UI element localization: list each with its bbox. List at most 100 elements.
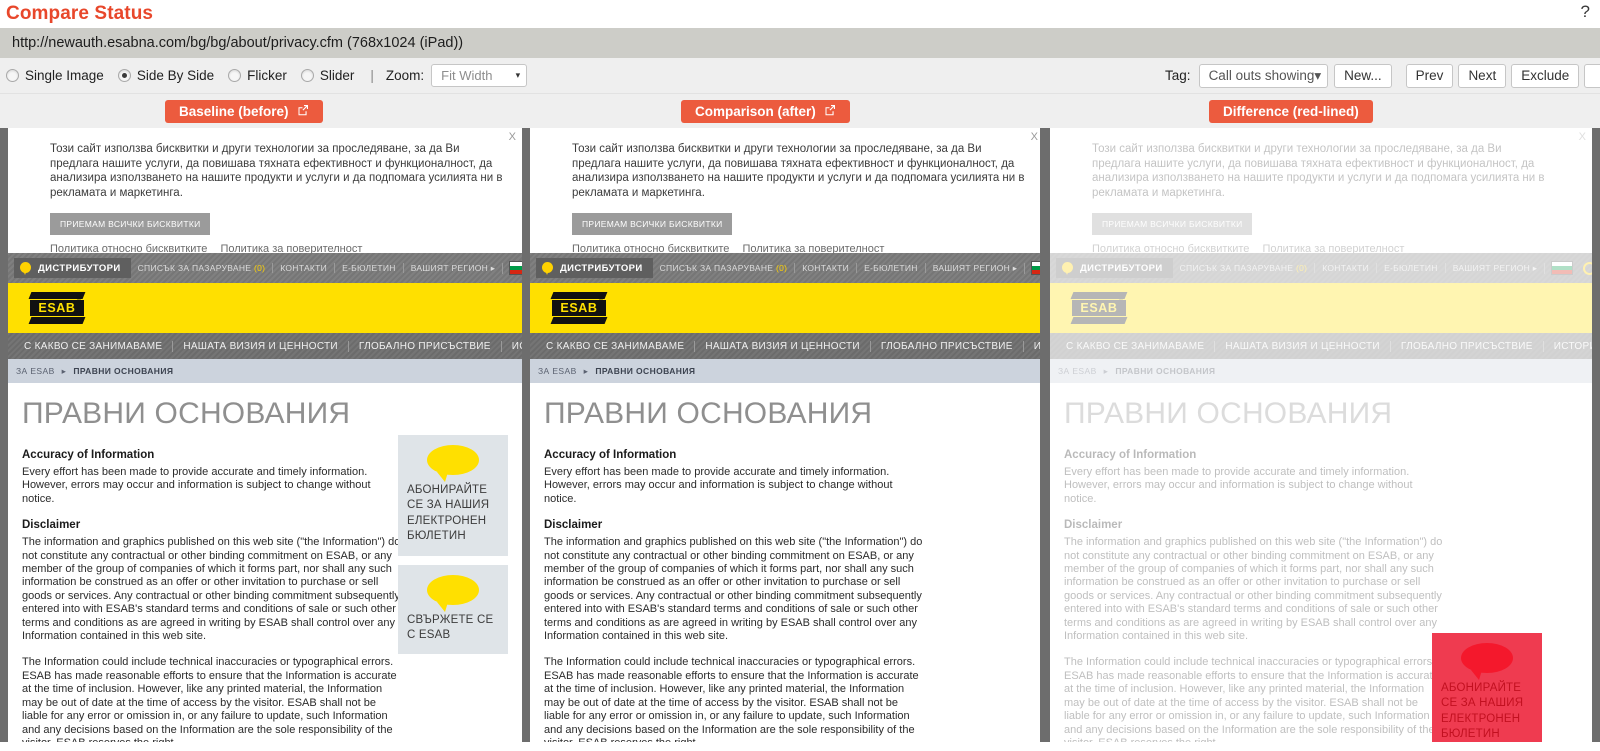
mode-flicker[interactable]: Flicker <box>228 68 287 83</box>
main-menu: С КАКВО СЕ ЗАНИМАВАМЕ НАШАТА ВИЗИЯ И ЦЕН… <box>1050 333 1592 359</box>
menu-item-1[interactable]: НАШАТА ВИЗИЯ И ЦЕННОСТИ <box>1215 340 1391 352</box>
new-tag-button[interactable]: New... <box>1334 63 1392 88</box>
comparison-button[interactable]: Comparison (after) <box>681 99 850 123</box>
section-heading-0: Accuracy of Information <box>1064 449 1197 461</box>
menu-item-3[interactable]: ИСТОРИЯ <box>1544 341 1592 352</box>
section-body-1: The information and graphics published o… <box>1064 536 1443 643</box>
page-content: ПРАВНИ ОСНОВАНИЯ Accuracy of Information… <box>8 383 522 742</box>
radio-flicker-icon[interactable] <box>228 69 242 82</box>
radio-single-image-icon[interactable] <box>6 69 19 82</box>
distributors-label: ДИСТРИБУТОРИ <box>38 262 121 274</box>
breadcrumb-root[interactable]: ЗА ESAB <box>538 366 577 376</box>
prev-button[interactable]: Prev <box>1405 63 1454 88</box>
mode-slider[interactable]: Slider <box>300 68 354 83</box>
shopping-list-link[interactable]: СПИСЪК ЗА ПАЗАРУВАНЕ (0) <box>653 263 796 273</box>
difference-callout-column: АБОНИРАЙТЕ СЕ ЗА НАШИЯ ЕЛЕКТРОНЕН БЮЛЕТИ… <box>1432 633 1542 742</box>
panel-difference[interactable]: X Този сайт използва бисквитки и други т… <box>1050 128 1592 742</box>
tag-select-value: Call outs showing <box>1208 68 1315 83</box>
shopping-list-label: СПИСЪК ЗА ПАЗАРУВАНЕ <box>659 263 774 273</box>
chevron-right-icon: ▸ <box>490 262 496 273</box>
breadcrumb-separator-icon: ▸ <box>61 365 67 376</box>
section-body-1: The information and graphics published o… <box>22 536 401 643</box>
difference-button-label: Difference (red-lined) <box>1223 103 1359 119</box>
baseline-button[interactable]: Baseline (before) <box>165 99 323 123</box>
menu-item-1[interactable]: НАШАТА ВИЗИЯ И ЦЕННОСТИ <box>695 340 871 352</box>
region-link[interactable]: ВАШИЯТ РЕГИОН ▸ <box>1446 262 1546 274</box>
toolbar-right-group: Tag: Call outs showing ▾ New... Prev Nex… <box>1165 63 1600 88</box>
mode-single-image[interactable]: Single Image <box>6 68 104 83</box>
bg-flag-icon <box>1551 261 1574 275</box>
distributors-chip[interactable]: ДИСТРИБУТОРИ <box>1056 258 1173 278</box>
url-display: http://newauth.esabna.com/bg/bg/about/pr… <box>0 28 1600 58</box>
utility-nav-links: СПИСЪК ЗА ПАЗАРУВАНЕ (0) КОНТАКТИ Е-БЮЛЕ… <box>131 261 522 275</box>
content-heading: ПРАВНИ ОСНОВАНИЯ <box>22 397 351 430</box>
logo-wordmark: ESAB <box>552 300 606 316</box>
distributors-chip[interactable]: ДИСТРИБУТОРИ <box>14 258 131 278</box>
close-icon[interactable]: X <box>1031 131 1038 143</box>
mode-side-by-side-label: Side By Side <box>136 68 215 83</box>
distributors-chip[interactable]: ДИСТРИБУТОРИ <box>536 258 653 278</box>
accept-cookies-button[interactable]: ПРИЕМАМ ВСИЧКИ БИСКВИТКИ <box>572 212 733 235</box>
menu-item-0[interactable]: С КАКВО СЕ ЗАНИМАВАМЕ <box>14 340 174 352</box>
close-icon[interactable]: X <box>509 131 516 143</box>
mode-side-by-side[interactable]: Side By Side <box>117 68 215 83</box>
newsletter-link[interactable]: Е-БЮЛЕТИН <box>335 263 404 273</box>
app-title-bar: Compare Status ? <box>0 0 1600 28</box>
comparison-page: X Този сайт използва бисквитки и други т… <box>530 128 1040 742</box>
newsletter-link[interactable]: Е-БЮЛЕТИН <box>857 263 926 273</box>
toolbar-divider: | <box>370 68 374 83</box>
shopping-list-link[interactable]: СПИСЪК ЗА ПАЗАРУВАНЕ (0) <box>1173 263 1316 273</box>
region-label: ВАШИЯТ РЕГИОН <box>932 262 1011 273</box>
chevron-down-icon: ▾ <box>1314 67 1322 83</box>
menu-item-0[interactable]: С КАКВО СЕ ЗАНИМАВАМЕ <box>1056 340 1216 352</box>
newsletter-link[interactable]: Е-БЮЛЕТИН <box>1377 263 1446 273</box>
page-content: ПРАВНИ ОСНОВАНИЯ Accuracy of Information… <box>530 383 1040 742</box>
registered-mark: ® <box>76 293 82 302</box>
menu-item-2[interactable]: ГЛОБАЛНО ПРИСЪСТВИЕ <box>349 340 502 352</box>
menu-item-0[interactable]: С КАКВО СЕ ЗАНИМАВАМЕ <box>536 340 696 352</box>
menu-item-3[interactable]: ИСТОРИЯ <box>502 341 522 352</box>
help-icon[interactable]: ? <box>1581 2 1590 22</box>
radio-slider-icon[interactable] <box>300 69 314 82</box>
breadcrumb-root[interactable]: ЗА ESAB <box>16 366 55 376</box>
contacts-link[interactable]: КОНТАКТИ <box>795 263 858 273</box>
accept-cookies-button[interactable]: ПРИЕМАМ ВСИЧКИ БИСКВИТКИ <box>1092 212 1253 235</box>
search-icon[interactable] <box>1583 261 1592 275</box>
tag-select[interactable]: Call outs showing ▾ <box>1198 63 1329 88</box>
menu-item-2[interactable]: ГЛОБАЛНО ПРИСЪСТВИЕ <box>871 340 1024 352</box>
radio-side-by-side-icon[interactable] <box>117 69 131 82</box>
brand-band: ESAB ® <box>1050 283 1592 333</box>
exclude-button[interactable]: Exclude <box>1511 63 1580 88</box>
section-heading-1: Disclaimer <box>1064 519 1123 532</box>
region-link[interactable]: ВАШИЯТ РЕГИОН ▸ <box>404 262 504 274</box>
region-link[interactable]: ВАШИЯТ РЕГИОН ▸ <box>926 262 1026 274</box>
menu-item-1[interactable]: НАШАТА ВИЗИЯ И ЦЕННОСТИ <box>173 340 349 352</box>
accept-cookies-button[interactable]: ПРИЕМАМ ВСИЧКИ БИСКВИТКИ <box>50 212 211 235</box>
contacts-link[interactable]: КОНТАКТИ <box>273 263 336 273</box>
logo-slab-bottom <box>1070 317 1128 324</box>
callout-newsletter[interactable]: АБОНИРАЙТЕ СЕ ЗА НАШИЯ ЕЛЕКТРОНЕН БЮЛЕТИ… <box>398 435 508 556</box>
difference-button[interactable]: Difference (red-lined) <box>1209 99 1373 123</box>
next-button[interactable]: Next <box>1458 63 1507 88</box>
panel-comparison[interactable]: X Този сайт използва бисквитки и други т… <box>530 128 1040 742</box>
contacts-link[interactable]: КОНТАКТИ <box>1315 263 1378 273</box>
panel-baseline[interactable]: X Този сайт използва бисквитки и други т… <box>8 128 522 742</box>
chevron-down-icon: ▾ <box>515 70 521 80</box>
difference-callout-newsletter[interactable]: АБОНИРАЙТЕ СЕ ЗА НАШИЯ ЕЛЕКТРОНЕН БЮЛЕТИ… <box>1432 633 1542 742</box>
close-icon[interactable]: X <box>1579 131 1586 143</box>
callout-contact[interactable]: СВЪРЖЕТЕ СЕ С ESAB <box>398 564 508 655</box>
cookie-text: Този сайт използва бисквитки и други тех… <box>572 143 1025 200</box>
overflow-button[interactable] <box>1584 63 1600 88</box>
menu-item-2[interactable]: ГЛОБАЛНО ПРИСЪСТВИЕ <box>1391 340 1544 352</box>
breadcrumb-current: ПРАВНИ ОСНОВАНИЯ <box>1115 366 1216 376</box>
zoom-select[interactable]: Fit Width ▾ <box>431 64 528 87</box>
difference-callout-newsletter-label: АБОНИРАЙТЕ СЕ ЗА НАШИЯ ЕЛЕКТРОНЕН БЮЛЕТИ… <box>1441 682 1524 741</box>
menu-item-3[interactable]: ИСТОРИЯ <box>1024 341 1040 352</box>
shopping-list-link[interactable]: СПИСЪК ЗА ПАЗАРУВАНЕ (0) <box>131 263 274 273</box>
logo-wordmark: ESAB <box>1072 300 1126 316</box>
region-label: ВАШИЯТ РЕГИОН <box>410 262 489 273</box>
external-link-icon <box>297 104 309 119</box>
breadcrumb-root[interactable]: ЗА ESAB <box>1058 366 1097 376</box>
registered-mark: ® <box>1118 293 1124 302</box>
zoom-label: Zoom: <box>385 68 425 83</box>
